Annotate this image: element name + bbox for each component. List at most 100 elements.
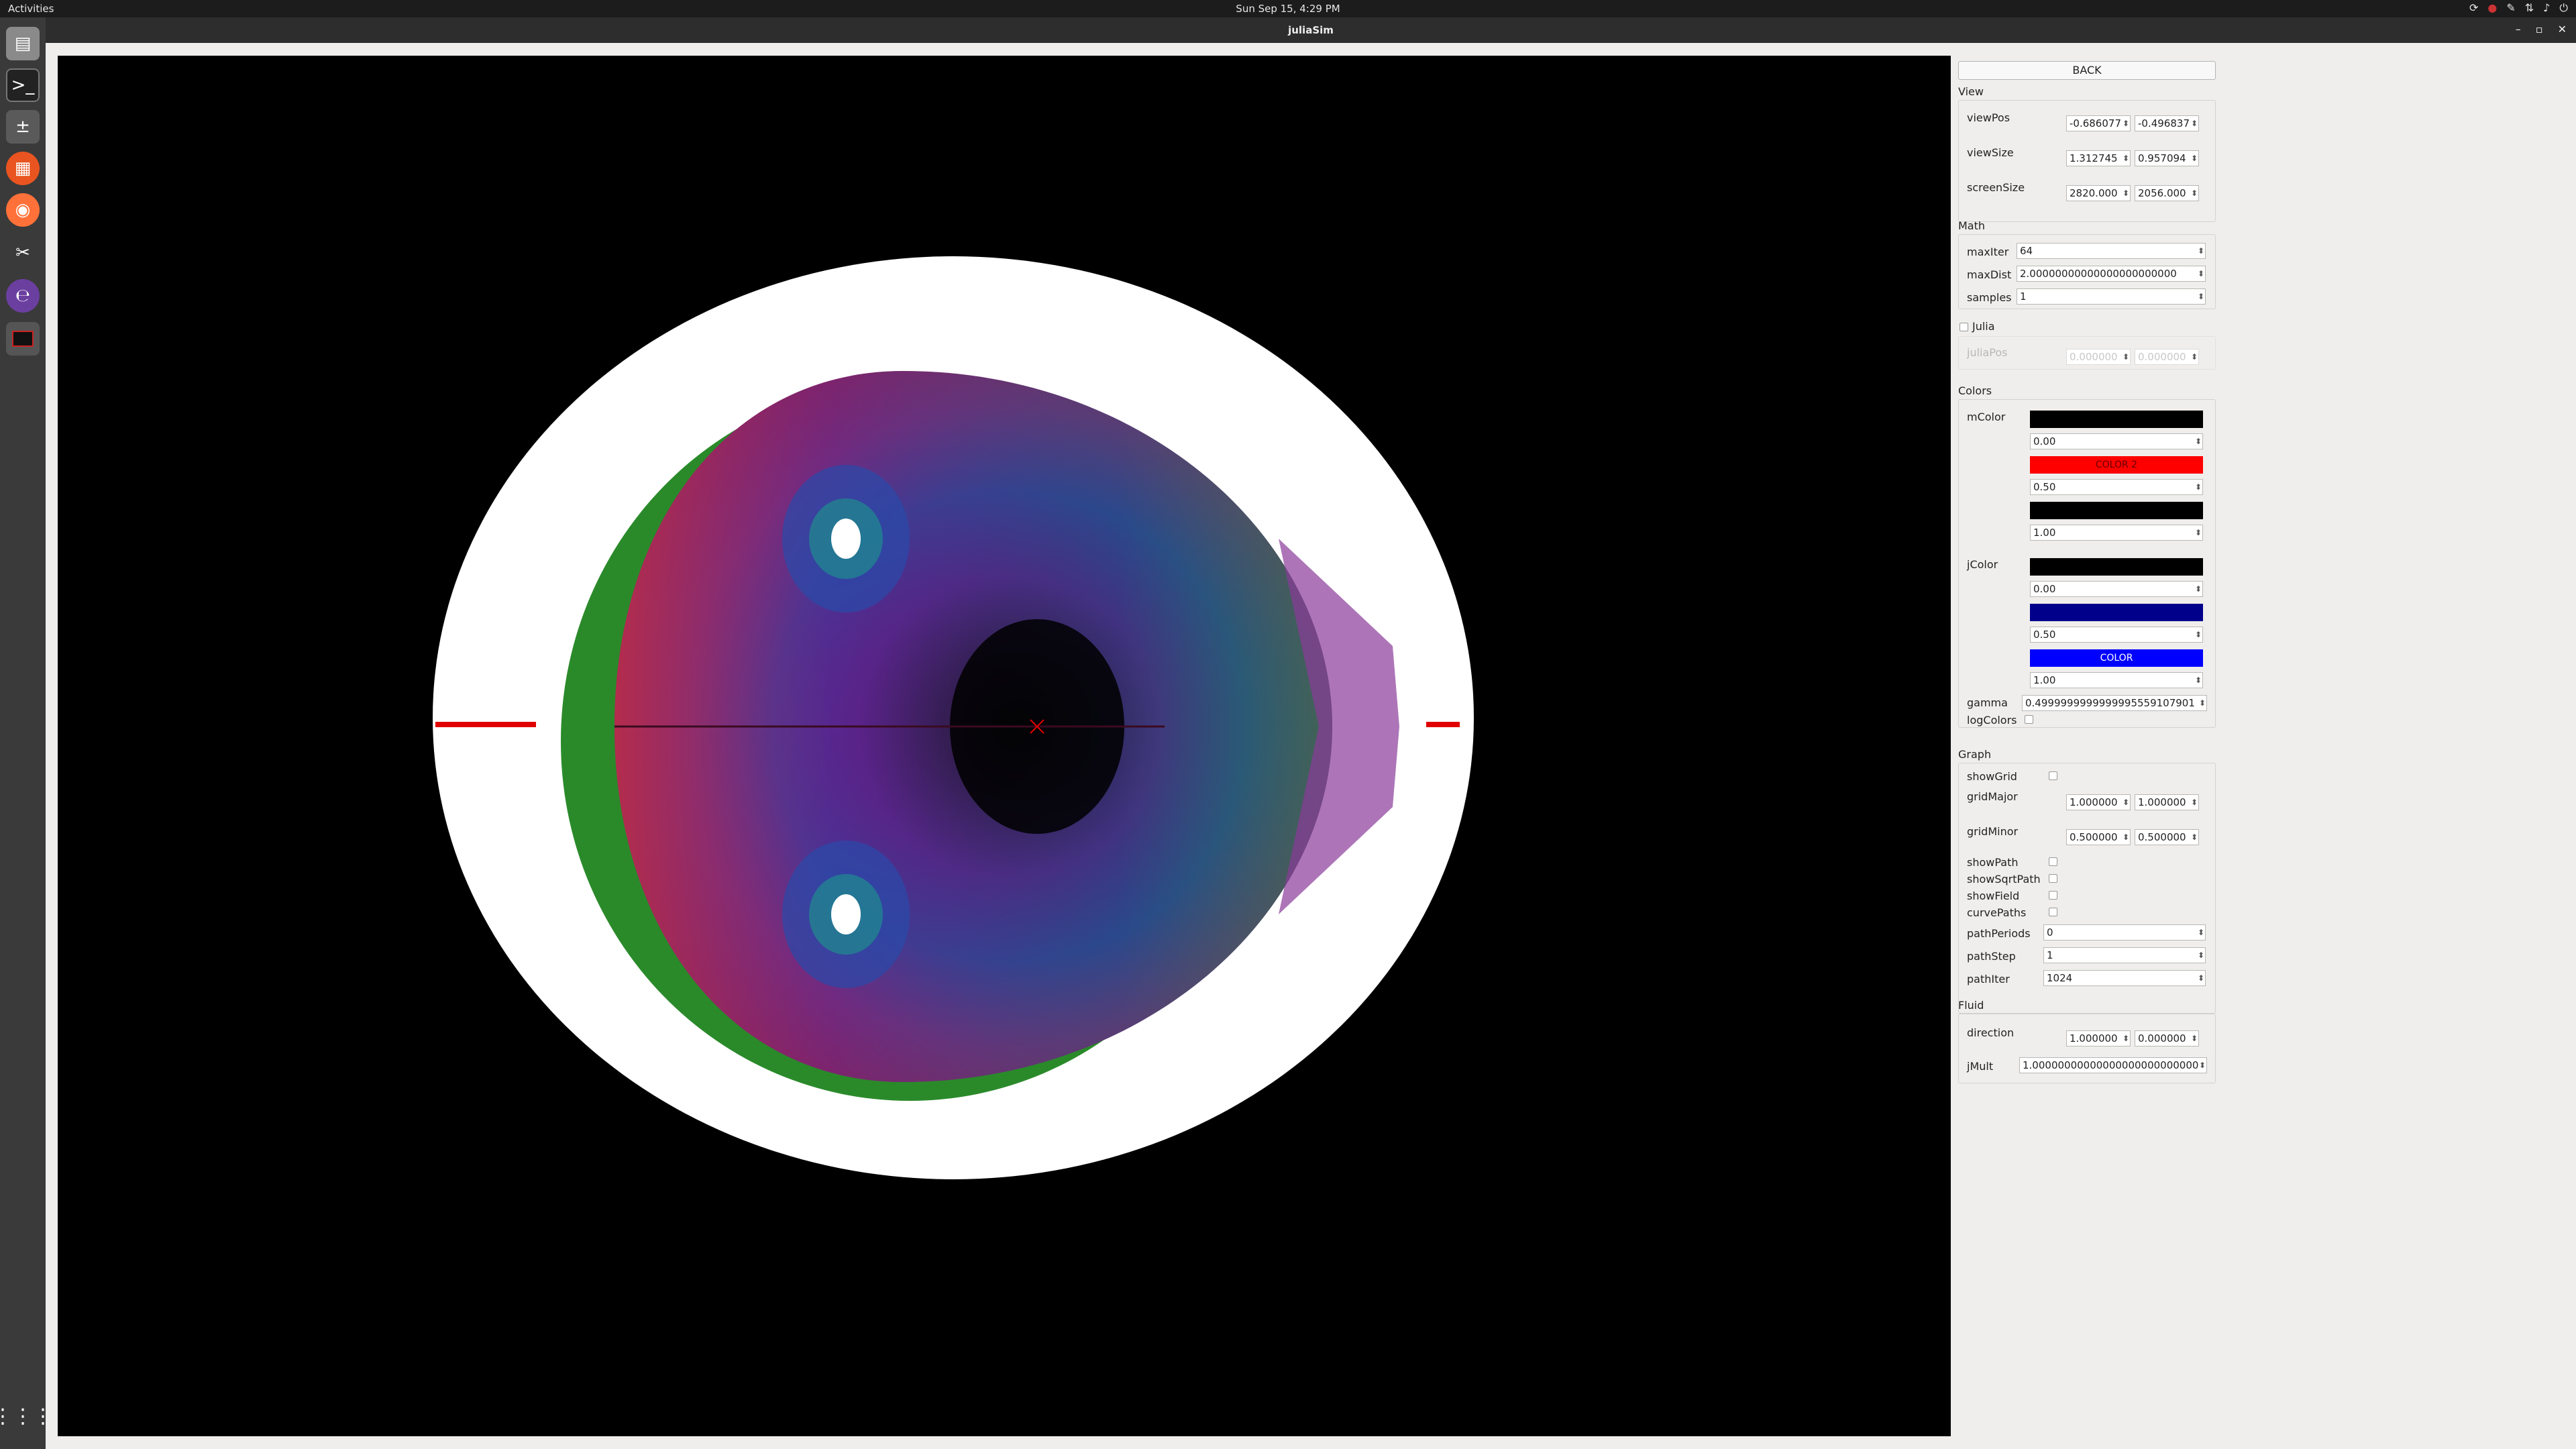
firefox-icon[interactable]: ◉ <box>6 193 40 227</box>
maxdist-label: maxDist <box>1967 268 2012 281</box>
viewsize-x-input[interactable]: 1.312745 <box>2066 150 2131 166</box>
jcolor-stop-1-swatch[interactable] <box>2030 558 2203 576</box>
viewsize-y-input[interactable]: 0.957094 <box>2135 150 2199 166</box>
files-app-icon[interactable]: ▤ <box>6 27 40 60</box>
pathperiods-input[interactable]: 0 <box>2043 924 2206 941</box>
back-button[interactable]: BACK <box>1958 61 2216 80</box>
gridminor-label: gridMinor <box>1967 825 2019 838</box>
gridmajor-x-input[interactable]: 1.000000 <box>2066 794 2131 810</box>
colors-section-title: Colors <box>1958 384 1992 397</box>
record-icon: ● <box>2487 1 2498 14</box>
minimize-icon[interactable]: – <box>2516 23 2521 36</box>
clock[interactable]: Sun Sep 15, 4:29 PM <box>0 3 2576 15</box>
bulb-hole-top <box>831 519 861 559</box>
app-grid-icon[interactable]: ⋮⋮⋮ <box>0 1399 53 1433</box>
power-icon: ⏻ <box>2559 1 2568 14</box>
logcolors-checkbox[interactable] <box>2025 715 2033 724</box>
screensize-x-input[interactable]: 2820.000 <box>2066 185 2131 201</box>
juliasim-app-icon[interactable] <box>6 322 40 356</box>
screensize-y-input[interactable]: 2056.000 <box>2135 185 2199 201</box>
graph-section-title: Graph <box>1958 748 1992 761</box>
showsqrtpath-checkbox[interactable] <box>2049 874 2057 883</box>
bulb-hole-bottom <box>831 894 861 934</box>
axis-marker-left <box>435 722 536 727</box>
curvepaths-label: curvePaths <box>1967 906 2027 919</box>
gridmajor-label: gridMajor <box>1967 790 2018 803</box>
mcolor-label: mColor <box>1967 411 2006 423</box>
julia-checkbox[interactable] <box>1960 323 1968 331</box>
jmult-label: jMult <box>1967 1060 1994 1073</box>
gridminor-x-input[interactable]: 0.500000 <box>2066 829 2131 845</box>
julia-label: Julia <box>1972 320 1995 333</box>
fractal-viewport[interactable] <box>58 56 1951 1436</box>
software-center-icon[interactable]: ▦ <box>6 152 40 185</box>
direction-y-input[interactable]: 0.000000 <box>2135 1030 2199 1046</box>
network-icon: ⇅ <box>2524 1 2534 14</box>
mcolor-stop-2-position[interactable]: 0.50 <box>2030 479 2203 495</box>
gridminor-y-input[interactable]: 0.500000 <box>2135 829 2199 845</box>
colors-group: mColor 0.00 COLOR 2 0.50 1.00 jColor 0.0… <box>1958 399 2216 728</box>
samples-input[interactable]: 1 <box>2017 288 2206 305</box>
screensize-label: screenSize <box>1967 181 2025 194</box>
maxiter-input[interactable]: 64 <box>2017 243 2206 259</box>
jcolor-stop-1-position[interactable]: 0.00 <box>2030 581 2203 597</box>
direction-x-input[interactable]: 1.000000 <box>2066 1030 2131 1046</box>
logcolors-label: logColors <box>1967 714 2017 727</box>
settings-panel: BACK View viewPos -0.686077 -0.496837 vi… <box>1955 56 2216 1129</box>
viewsize-label: viewSize <box>1967 146 2014 159</box>
juliapos-y-input[interactable]: 0.000000 <box>2135 349 2199 365</box>
dock: ▤ >_ ± ▦ ◉ ✂ ℮ ⋮⋮⋮ <box>0 17 53 1449</box>
fluid-section-title: Fluid <box>1958 999 1984 1012</box>
showgrid-label: showGrid <box>1967 770 2017 783</box>
mcolor-stop-3-swatch[interactable] <box>2030 502 2203 519</box>
mcolor-stop-3-position[interactable]: 1.00 <box>2030 525 2203 541</box>
jcolor-stop-3-swatch[interactable]: COLOR <box>2030 649 2203 667</box>
pathstep-input[interactable]: 1 <box>2043 947 2206 963</box>
fractal-render <box>433 256 1474 1179</box>
direction-label: direction <box>1967 1026 2015 1039</box>
showgrid-checkbox[interactable] <box>2049 771 2057 780</box>
viewpos-x-input[interactable]: -0.686077 <box>2066 115 2131 131</box>
showpath-checkbox[interactable] <box>2049 857 2057 866</box>
tools-app-icon[interactable]: ✂ <box>6 236 40 270</box>
pen-icon: ✎ <box>2506 1 2516 14</box>
showfield-checkbox[interactable] <box>2049 891 2057 900</box>
gamma-label: gamma <box>1967 696 2008 709</box>
system-tray[interactable]: ⟳ ● ✎ ⇅ ♪ ⏻ <box>2469 1 2568 15</box>
pathperiods-label: pathPeriods <box>1967 927 2031 940</box>
jcolor-label: jColor <box>1967 558 1998 571</box>
viewpos-label: viewPos <box>1967 111 2010 124</box>
juliapos-x-input[interactable]: 0.000000 <box>2066 349 2131 365</box>
math-group: maxIter 64 maxDist 2.0000000000000000000… <box>1958 234 2216 309</box>
close-icon[interactable]: ✕ <box>2558 23 2567 36</box>
showsqrtpath-label: showSqrtPath <box>1967 873 2041 885</box>
mcolor-stop-1-swatch[interactable] <box>2030 411 2203 428</box>
emacs-icon[interactable]: ℮ <box>6 279 40 313</box>
jmult-input[interactable]: 1.00000000000000000000000000 <box>2019 1057 2207 1073</box>
volume-icon: ♪ <box>2543 1 2551 14</box>
math-section-title: Math <box>1958 219 1986 232</box>
showpath-label: showPath <box>1967 856 2019 869</box>
jcolor-stop-2-position[interactable]: 0.50 <box>2030 627 2203 643</box>
pathiter-label: pathIter <box>1967 973 2010 985</box>
terminal-app-icon[interactable]: >_ <box>6 68 40 102</box>
showfield-label: showField <box>1967 890 2020 902</box>
mcolor-stop-2-swatch[interactable]: COLOR 2 <box>2030 456 2203 474</box>
jcolor-stop-3-position[interactable]: 1.00 <box>2030 672 2203 688</box>
viewpos-y-input[interactable]: -0.496837 <box>2135 115 2199 131</box>
gamma-input[interactable]: 0.4999999999999995559107901 <box>2022 695 2207 711</box>
jcolor-stop-2-swatch[interactable] <box>2030 604 2203 621</box>
window-titlebar[interactable]: juliaSim – ▫ ✕ <box>46 17 2576 43</box>
calculator-app-icon[interactable]: ± <box>6 110 40 144</box>
maxdist-input[interactable]: 2.00000000000000000000000 <box>2017 266 2206 282</box>
fluid-group: direction 1.000000 0.000000 jMult 1.0000… <box>1958 1014 2216 1083</box>
gridmajor-y-input[interactable]: 1.000000 <box>2135 794 2199 810</box>
julia-group: juliaPos 0.000000 0.000000 <box>1958 336 2216 370</box>
window-title: juliaSim <box>1288 24 1334 36</box>
juliapos-label: juliaPos <box>1967 346 2008 359</box>
graph-group: showGrid gridMajor 1.000000 1.000000 gri… <box>1958 763 2216 1014</box>
pathiter-input[interactable]: 1024 <box>2043 970 2206 986</box>
mcolor-stop-1-position[interactable]: 0.00 <box>2030 433 2203 449</box>
curvepaths-checkbox[interactable] <box>2049 908 2057 916</box>
maximize-icon[interactable]: ▫ <box>2536 23 2543 36</box>
